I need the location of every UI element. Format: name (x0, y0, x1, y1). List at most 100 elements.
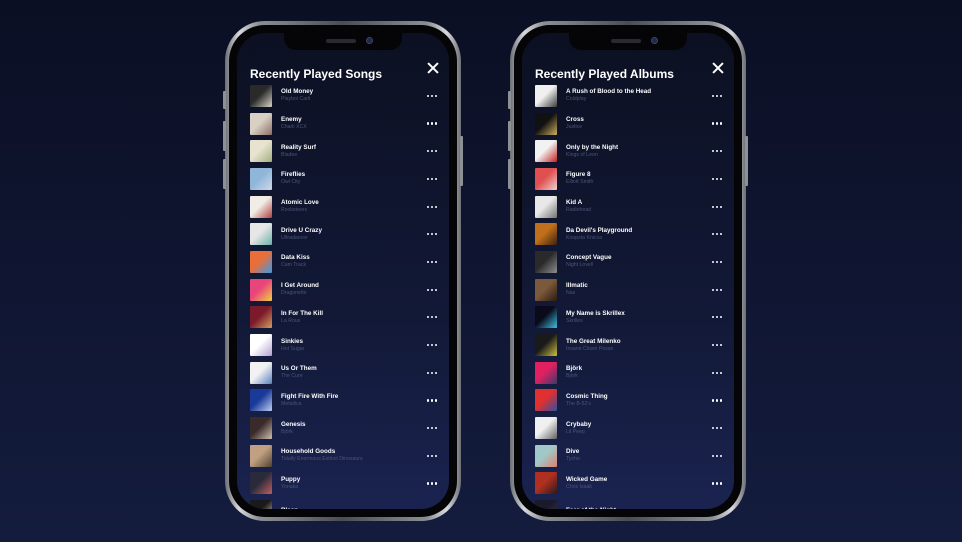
more-options-icon[interactable] (425, 91, 439, 101)
item-title: Genesis (281, 420, 306, 428)
more-options-icon[interactable] (710, 257, 724, 267)
list-item[interactable]: Enemy Charli XCX (250, 110, 443, 138)
item-meta: My Name is Skrillex Skrillex (566, 310, 710, 325)
side-button (508, 159, 511, 189)
more-options-icon[interactable] (425, 174, 439, 184)
dot (712, 150, 715, 153)
list-item[interactable]: Puppy Yonaka (250, 470, 443, 498)
close-icon[interactable] (426, 61, 440, 75)
list-item[interactable]: Wicked Game Chris Isaak (535, 470, 728, 498)
list-item[interactable]: My Name is Skrillex Skrillex (535, 304, 728, 332)
item-artist: Elliott Smith (566, 179, 594, 186)
list-item[interactable]: Dive Tycho (535, 442, 728, 470)
list-item[interactable]: Drive U Crazy Ultradancer (250, 220, 443, 248)
list-item[interactable]: Figure 8 Elliott Smith (535, 165, 728, 193)
list-item[interactable]: Fireflies Owl City (250, 165, 443, 193)
list-item[interactable]: Björk Björk (535, 359, 728, 387)
item-title: Bleep (281, 507, 425, 509)
more-options-icon[interactable] (710, 340, 724, 350)
more-options-icon[interactable] (425, 119, 439, 129)
dot (434, 454, 437, 457)
more-options-icon[interactable] (425, 423, 439, 433)
more-options-icon[interactable] (710, 451, 724, 461)
more-options-icon[interactable] (710, 119, 724, 129)
more-options-icon[interactable] (710, 506, 724, 509)
list-item[interactable]: Illmatic Nas (535, 276, 728, 304)
item-artist: Dragonette (281, 290, 307, 297)
more-options-icon[interactable] (425, 451, 439, 461)
dot (715, 150, 719, 153)
cover-art-thumbnail (250, 112, 272, 135)
item-artist: Insane Clown Posse (566, 345, 614, 352)
more-options-icon[interactable] (710, 423, 724, 433)
cover-art-thumbnail (250, 417, 272, 440)
more-options-icon[interactable] (710, 395, 724, 405)
more-options-icon[interactable] (425, 368, 439, 378)
item-meta: Cosmic Thing The B-52's (566, 393, 710, 408)
more-options-icon[interactable] (710, 202, 724, 212)
list-item[interactable]: Data Kiss Cam Track (250, 248, 443, 276)
list-item[interactable]: Concept Vague Night Lovell (535, 248, 728, 276)
more-options-icon[interactable] (425, 146, 439, 156)
list-item[interactable]: Reality Surf Bladee (250, 137, 443, 165)
dot (719, 260, 722, 264)
list-item[interactable]: Kid A Radiohead (535, 193, 728, 221)
more-options-icon[interactable] (710, 174, 724, 184)
more-options-icon[interactable] (425, 395, 439, 405)
dot (427, 316, 430, 319)
list-item[interactable]: Cross Justice (535, 110, 728, 138)
cover-art-thumbnail (250, 306, 272, 329)
list-item[interactable]: Us Or Them The Cure (250, 359, 443, 387)
more-options-icon[interactable] (710, 229, 724, 239)
list-item[interactable]: Household Goods Totally Enormous Extinct … (250, 442, 443, 470)
list-item[interactable]: Cosmic Thing The B-52's (535, 387, 728, 415)
more-options-icon[interactable] (425, 312, 439, 322)
more-options-icon[interactable] (425, 257, 439, 267)
list-item[interactable]: Crybaby Lil Peep (535, 414, 728, 442)
more-options-icon[interactable] (425, 229, 439, 239)
list-item[interactable]: Old Money Playboi Carti (250, 82, 443, 110)
more-options-icon[interactable] (710, 312, 724, 322)
dot (712, 233, 715, 236)
list-item[interactable]: The Great Milenko Insane Clown Posse (535, 331, 728, 359)
list-item[interactable]: I Get Around Dragonette (250, 276, 443, 304)
item-title: Wicked Game (566, 475, 608, 483)
more-options-icon[interactable] (710, 91, 724, 101)
more-options-icon[interactable] (710, 368, 724, 378)
dot (430, 94, 434, 97)
list-item[interactable]: Only by the Night Kings of Leon (535, 137, 728, 165)
list-item[interactable]: Genesis Björk (250, 414, 443, 442)
more-options-icon[interactable] (425, 285, 439, 295)
cover-art-thumbnail (535, 223, 557, 246)
cover-art-thumbnail (535, 500, 557, 509)
item-meta: Household Goods Totally Enormous Extinct … (281, 448, 425, 463)
more-options-icon[interactable] (710, 285, 724, 295)
item-title: My Name is Skrillex (566, 309, 625, 317)
more-options-icon[interactable] (710, 478, 724, 488)
cover-art-thumbnail (535, 417, 557, 440)
item-title: Sinkies (281, 337, 304, 345)
list-item[interactable]: Bleep (250, 497, 443, 509)
list-item[interactable]: Fight Fire With Fire Metallica (250, 387, 443, 415)
dot (430, 260, 434, 264)
list-item[interactable]: Atomic Love Rocketeers (250, 193, 443, 221)
item-meta: A Rush of Blood to the Head Coldplay (566, 88, 710, 103)
more-options-icon[interactable] (710, 146, 724, 156)
list-item[interactable]: A Rush of Blood to the Head Coldplay (535, 82, 728, 110)
close-icon[interactable] (711, 61, 725, 75)
list-item[interactable]: Da Devil's Playground Koopsta Knicca (535, 220, 728, 248)
item-artist: Skrillex (566, 317, 583, 324)
dot (715, 482, 719, 485)
dot (430, 371, 434, 374)
more-options-icon[interactable] (425, 478, 439, 488)
cover-art-thumbnail (250, 500, 272, 509)
list-item[interactable]: In For The Kill La Roux (250, 304, 443, 332)
dot (719, 316, 722, 319)
more-options-icon[interactable] (425, 202, 439, 212)
cover-art-thumbnail (535, 361, 557, 384)
more-options-icon[interactable] (425, 340, 439, 350)
list-item[interactable]: Sinkies Hot Sugar (250, 331, 443, 359)
dot (712, 371, 715, 374)
list-item[interactable]: Fear of the Night (535, 497, 728, 509)
more-options-icon[interactable] (425, 506, 439, 509)
